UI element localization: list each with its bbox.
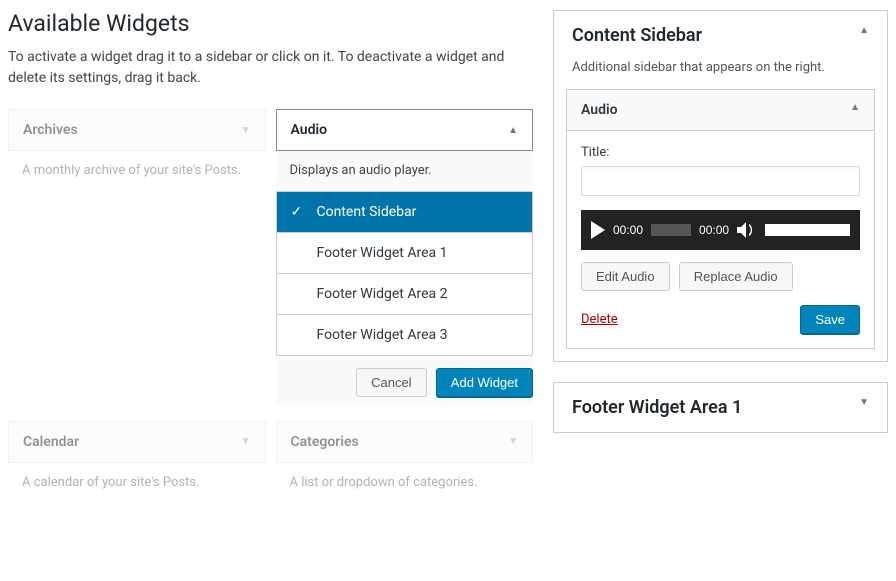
progress-bar[interactable] xyxy=(651,224,691,236)
placed-widget-audio-header[interactable]: Audio xyxy=(567,90,874,131)
delete-link[interactable]: Delete xyxy=(581,312,618,327)
play-icon[interactable] xyxy=(591,221,605,239)
title-field-label: Title: xyxy=(581,145,860,160)
panel-footer-1-title: Footer Widget Area 1 xyxy=(572,397,742,418)
widget-archives-title: Archives xyxy=(23,122,78,138)
volume-slider[interactable] xyxy=(765,224,850,236)
replace-audio-button[interactable]: Replace Audio xyxy=(679,262,793,291)
widget-archives[interactable]: Archives xyxy=(8,109,266,151)
volume-icon[interactable] xyxy=(737,221,757,239)
chevron-up-icon xyxy=(850,102,860,118)
time-total: 00:00 xyxy=(699,223,729,237)
widget-categories[interactable]: Categories xyxy=(276,421,534,463)
audio-player: 00:00 00:00 xyxy=(581,210,860,250)
placed-widget-audio-title: Audio xyxy=(581,102,618,118)
panel-content-sidebar-title: Content Sidebar xyxy=(572,25,702,46)
sidebar-target-footer-3[interactable]: Footer Widget Area 3 xyxy=(277,315,533,355)
placed-widget-audio: Audio Title: 00:00 00:00 xyxy=(566,89,875,349)
widget-archives-desc: A monthly archive of your site's Posts. xyxy=(8,151,266,221)
check-icon: ✓ xyxy=(291,204,303,220)
widget-calendar-desc: A calendar of your site's Posts. xyxy=(8,463,266,503)
widget-categories-desc: A list or dropdown of categories. xyxy=(276,463,534,503)
panel-content-sidebar-header[interactable]: Content Sidebar xyxy=(554,11,887,60)
page-title: Available Widgets xyxy=(8,10,533,37)
widget-calendar[interactable]: Calendar xyxy=(8,421,266,463)
widget-audio-title: Audio xyxy=(291,122,328,138)
chevron-down-icon xyxy=(241,436,251,447)
page-description: To activate a widget drag it to a sideba… xyxy=(8,47,533,89)
chevron-up-icon xyxy=(508,125,518,136)
title-input[interactable] xyxy=(581,166,860,196)
chevron-up-icon xyxy=(859,25,869,36)
widget-audio[interactable]: Audio Displays an audio player. ✓ Conten… xyxy=(276,109,534,405)
edit-audio-button[interactable]: Edit Audio xyxy=(581,262,670,291)
chevron-down-icon xyxy=(859,397,869,408)
sidebar-target-list: ✓ Content Sidebar Footer Widget Area 1 F… xyxy=(276,191,534,356)
panel-content-sidebar: Content Sidebar Additional sidebar that … xyxy=(553,10,888,362)
widget-calendar-title: Calendar xyxy=(23,434,79,450)
panel-footer-1-header[interactable]: Footer Widget Area 1 xyxy=(554,383,887,432)
widget-audio-desc: Displays an audio player. xyxy=(276,161,534,191)
save-button[interactable]: Save xyxy=(800,305,860,334)
sidebar-target-footer-1[interactable]: Footer Widget Area 1 xyxy=(277,233,533,274)
sidebar-target-footer-2[interactable]: Footer Widget Area 2 xyxy=(277,274,533,315)
chevron-down-icon xyxy=(508,436,518,447)
time-current: 00:00 xyxy=(613,223,643,237)
add-widget-button[interactable]: Add Widget xyxy=(436,368,533,397)
widget-categories-title: Categories xyxy=(291,434,359,450)
sidebar-target-content-sidebar[interactable]: ✓ Content Sidebar xyxy=(277,192,533,233)
chevron-down-icon xyxy=(241,125,251,136)
panel-footer-widget-area-1: Footer Widget Area 1 xyxy=(553,382,888,433)
cancel-button[interactable]: Cancel xyxy=(356,368,426,397)
panel-content-sidebar-desc: Additional sidebar that appears on the r… xyxy=(554,60,887,89)
